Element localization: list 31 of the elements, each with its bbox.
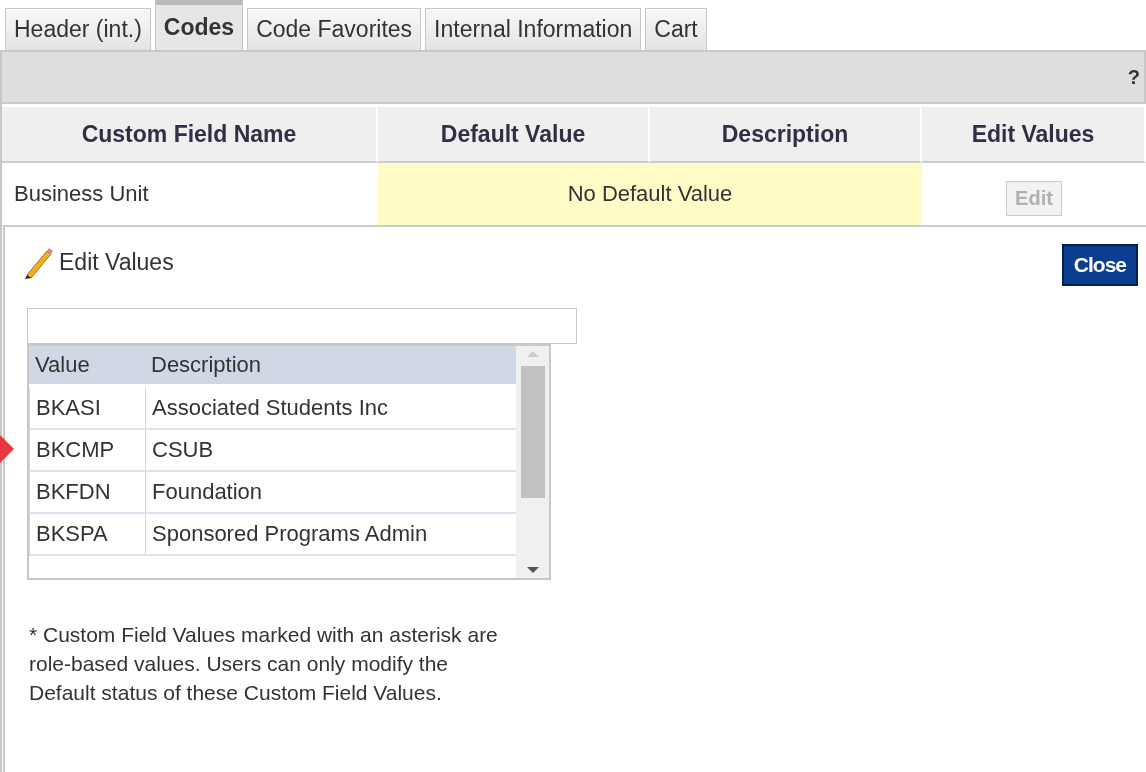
tab[interactable]: Codes: [154, 0, 244, 50]
help-icon[interactable]: ?: [1127, 65, 1140, 89]
note-text: * Custom Field Values marked with an asterisk are role-based values. Users can only modify the Default status of these Custom Field Values.: [29, 622, 499, 706]
column-header: Description: [145, 346, 516, 384]
default-value-cell: No Default Value: [378, 163, 922, 225]
tab[interactable]: Code Favorites: [247, 8, 422, 50]
panel-title: Edit Values: [59, 248, 174, 276]
table-cell-text: Business Unit: [13, 180, 150, 208]
search-field[interactable]: [27, 308, 577, 344]
list-cell[interactable]: Sponsored Programs Admin: [145, 514, 516, 556]
scrollbar[interactable]: [516, 346, 549, 578]
list-cell[interactable]: Foundation: [145, 472, 516, 514]
column-header: Custom Field Name: [2, 107, 378, 163]
tab[interactable]: Internal Information: [425, 8, 642, 50]
tab[interactable]: Header (int.): [5, 8, 151, 50]
scroll-up-icon[interactable]: [525, 350, 540, 358]
pointer-arrow-icon: [0, 435, 14, 463]
close-button[interactable]: Close: [1061, 244, 1138, 286]
column-header: Default Value: [378, 107, 650, 163]
list-cell[interactable]: BKFDN: [29, 472, 145, 514]
list-cell[interactable]: Associated Students Inc: [145, 388, 516, 430]
list-cell[interactable]: BKASI: [29, 388, 145, 430]
tab[interactable]: Cart: [645, 8, 707, 50]
list-cell[interactable]: BKCMP: [29, 430, 145, 472]
scroll-down-icon[interactable]: [525, 566, 540, 574]
list-cell[interactable]: CSUB: [145, 430, 516, 472]
column-header: Edit Values: [922, 107, 1146, 163]
column-header: Value: [29, 346, 145, 384]
pencil-icon: [23, 245, 53, 279]
column-header: Description: [650, 107, 922, 163]
list-cell[interactable]: BKSPA: [29, 514, 145, 556]
